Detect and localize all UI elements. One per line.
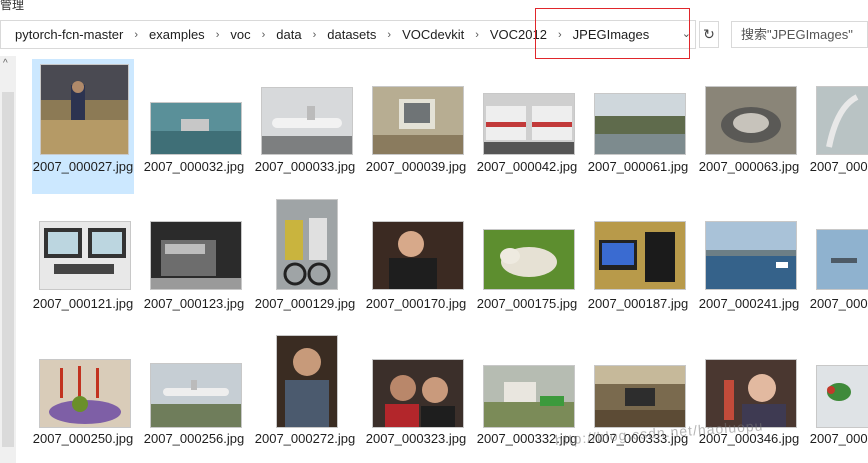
thumbnail-image xyxy=(595,366,685,427)
thumbnail-image xyxy=(817,87,868,154)
thumbnail-image xyxy=(817,230,868,289)
file-name: 2007_000256.jpg xyxy=(143,431,245,446)
thumbnail-image xyxy=(706,222,796,289)
file-item[interactable]: 2007_000129.jpg xyxy=(254,199,356,334)
file-name: 2007_000032.jpg xyxy=(143,159,245,174)
file-item[interactable]: 2007_000121.jpg xyxy=(32,199,134,334)
thumbnail-image xyxy=(151,103,241,154)
thumbnail-image xyxy=(595,222,685,289)
file-item[interactable]: 2007_000187.jpg xyxy=(587,199,689,334)
thumbnail-image xyxy=(484,230,574,289)
thumbnail-image xyxy=(373,87,463,154)
file-item[interactable]: 2007_000039.jpg xyxy=(365,59,467,194)
thumbnail-image xyxy=(41,65,128,154)
file-name: 2007_000033.jpg xyxy=(254,159,356,174)
file-item[interactable]: 2007_000346.jpg xyxy=(698,336,800,463)
thumbnail-image xyxy=(595,94,685,154)
file-name: 2007_000323.jpg xyxy=(365,431,467,446)
file-name: 2007_000250.jpg xyxy=(32,431,134,446)
file-grid: 2007_000027.jpg 2007_000032.jpg 2007_000… xyxy=(0,0,868,463)
file-item[interactable]: 2007_000272.jpg xyxy=(254,336,356,463)
thumbnail-image xyxy=(40,222,130,289)
file-name: 2007_000061.jpg xyxy=(587,159,689,174)
file-name: 2007_000123.jpg xyxy=(143,296,245,311)
file-name: 2007_000039.jpg xyxy=(365,159,467,174)
file-name: 2007_000187.jpg xyxy=(587,296,689,311)
thumbnail-image xyxy=(373,222,463,289)
file-name: 2007_000241.jpg xyxy=(698,296,800,311)
thumbnail-image xyxy=(277,200,337,289)
file-item[interactable]: 2007_000170.jpg xyxy=(365,199,467,334)
file-item[interactable]: 2007_000068.jpg xyxy=(809,59,868,194)
thumbnail-image xyxy=(151,364,241,427)
file-name: 2007_000272.jpg xyxy=(254,431,356,446)
file-name: 2007_000121.jpg xyxy=(32,296,134,311)
file-item[interactable]: 2007_000243.jpg xyxy=(809,199,868,334)
thumbnail-image xyxy=(706,360,796,427)
file-name: 2007_000063.jpg xyxy=(698,159,800,174)
file-item[interactable]: 2007_000175.jpg xyxy=(476,199,578,334)
thumbnail-image xyxy=(484,94,574,154)
file-name: 2007_000129.jpg xyxy=(254,296,356,311)
file-item[interactable]: 2007_000241.jpg xyxy=(698,199,800,334)
file-item[interactable]: 2007_000063.jpg xyxy=(698,59,800,194)
thumbnail-image xyxy=(817,366,868,427)
file-item[interactable]: 2007_000027.jpg xyxy=(32,59,134,194)
thumbnail-image xyxy=(373,360,463,427)
thumbnail-image xyxy=(262,88,352,154)
thumbnail-image xyxy=(277,336,337,427)
file-item[interactable]: 2007_000032.jpg xyxy=(143,59,245,194)
file-name: 2007_000170.jpg xyxy=(365,296,467,311)
file-name: 2007_000042.jpg xyxy=(476,159,578,174)
file-item[interactable]: 2007_000363.jpg xyxy=(809,336,868,463)
file-item[interactable]: 2007_000323.jpg xyxy=(365,336,467,463)
file-name: 2007_000175.jpg xyxy=(476,296,578,311)
file-name: 2007_000027.jpg xyxy=(32,159,134,174)
file-item[interactable]: 2007_000256.jpg xyxy=(143,336,245,463)
file-item[interactable]: 2007_000061.jpg xyxy=(587,59,689,194)
file-item[interactable]: 2007_000033.jpg xyxy=(254,59,356,194)
file-item[interactable]: 2007_000123.jpg xyxy=(143,199,245,334)
file-name: 2007_000243.jpg xyxy=(809,296,868,311)
thumbnail-image xyxy=(484,366,574,427)
file-item[interactable]: 2007_000250.jpg xyxy=(32,336,134,463)
thumbnail-image xyxy=(151,222,241,289)
thumbnail-image xyxy=(40,360,130,427)
file-name: 2007_000363.jpg xyxy=(809,431,868,446)
file-item[interactable]: 2007_000042.jpg xyxy=(476,59,578,194)
thumbnail-image xyxy=(706,87,796,154)
file-name: 2007_000068.jpg xyxy=(809,159,868,174)
